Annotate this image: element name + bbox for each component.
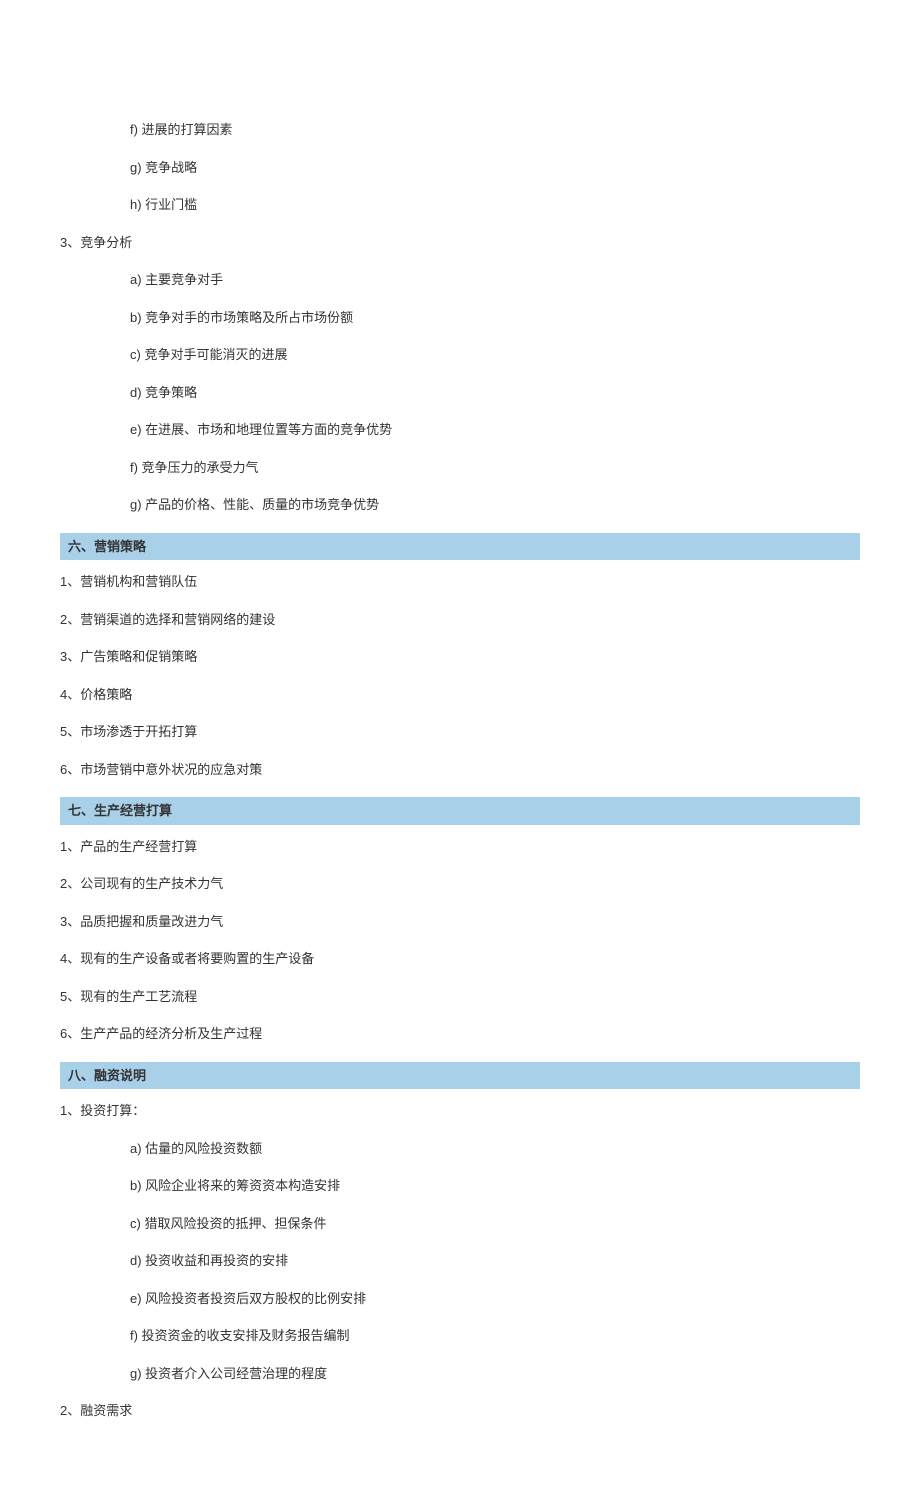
list-item-3-title: 3、竞争分析 <box>60 233 860 253</box>
list-item-3c: c) 竞争对手可能消灭的进展 <box>130 345 860 365</box>
section-8-item-1a: a) 估量的风险投资数额 <box>130 1139 860 1159</box>
section-7-item-4: 4、现有的生产设备或者将要购置的生产设备 <box>60 949 860 969</box>
section-6-item-3: 3、广告策略和促销策略 <box>60 647 860 667</box>
section-6-item-6: 6、市场营销中意外状况的应急对策 <box>60 760 860 780</box>
section-6-item-1: 1、营销机构和营销队伍 <box>60 572 860 592</box>
section-7-item-2: 2、公司现有的生产技术力气 <box>60 874 860 894</box>
section-6-item-5: 5、市场渗透于开拓打算 <box>60 722 860 742</box>
section-7-header: 七、生产经营打算 <box>60 797 860 825</box>
section-7-item-6: 6、生产产品的经济分析及生产过程 <box>60 1024 860 1044</box>
section-6-item-4: 4、价格策略 <box>60 685 860 705</box>
section-7-item-3: 3、品质把握和质量改进力气 <box>60 912 860 932</box>
section-8-item-1c: c) 猎取风险投资的抵押、担保条件 <box>130 1214 860 1234</box>
list-item-3a: a) 主要竞争对手 <box>130 270 860 290</box>
section-8-item-1d: d) 投资收益和再投资的安排 <box>130 1251 860 1271</box>
list-item-f: f) 进展的打算因素 <box>130 120 860 140</box>
section-8-item-1g: g) 投资者介入公司经营治理的程度 <box>130 1364 860 1384</box>
list-item-g: g) 竞争战略 <box>130 158 860 178</box>
section-8-item-1f: f) 投资资金的收支安排及财务报告编制 <box>130 1326 860 1346</box>
section-7-item-5: 5、现有的生产工艺流程 <box>60 987 860 1007</box>
list-item-3d: d) 竞争策略 <box>130 383 860 403</box>
list-item-3e: e) 在进展、市场和地理位置等方面的竞争优势 <box>130 420 860 440</box>
list-item-3g: g) 产品的价格、性能、质量的市场竞争优势 <box>130 495 860 515</box>
section-8-item-1-title: 1、投资打算： <box>60 1101 860 1121</box>
section-8-header: 八、融资说明 <box>60 1062 860 1090</box>
list-item-3f: f) 竞争压力的承受力气 <box>130 458 860 478</box>
section-8-item-1e: e) 风险投资者投资后双方股权的比例安排 <box>130 1289 860 1309</box>
list-item-h: h) 行业门槛 <box>130 195 860 215</box>
section-6-item-2: 2、营销渠道的选择和营销网络的建设 <box>60 610 860 630</box>
section-6-header: 六、营销策略 <box>60 533 860 561</box>
section-7-item-1: 1、产品的生产经营打算 <box>60 837 860 857</box>
section-8-item-1b: b) 风险企业将来的筹资资本构造安排 <box>130 1176 860 1196</box>
section-8-item-2: 2、融资需求 <box>60 1401 860 1421</box>
list-item-3b: b) 竞争对手的市场策略及所占市场份额 <box>130 308 860 328</box>
